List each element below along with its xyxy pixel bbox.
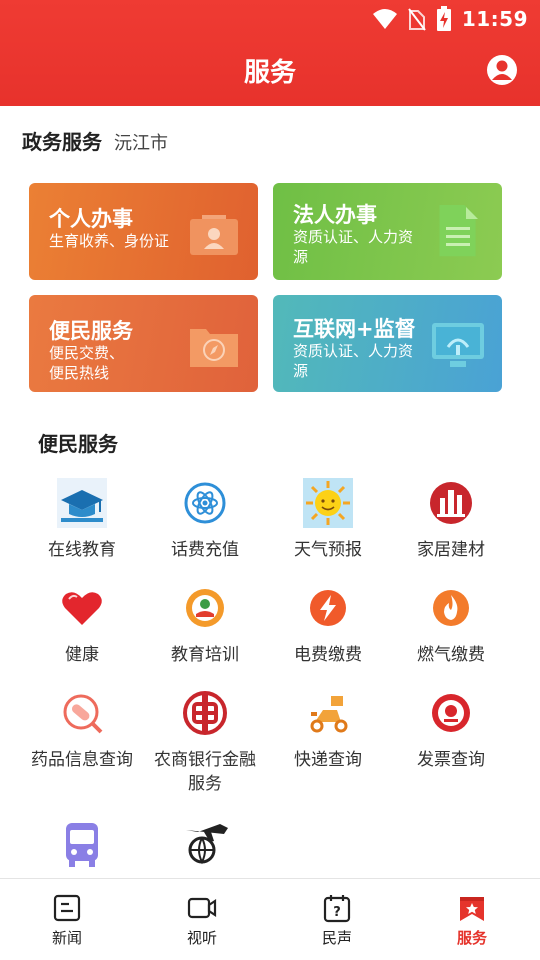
flame-icon bbox=[433, 590, 469, 626]
graduation-cap-icon bbox=[57, 478, 107, 528]
service-flight[interactable] bbox=[140, 820, 270, 880]
service-phone-recharge[interactable]: 话费充值 bbox=[140, 478, 270, 562]
card-subtitle: 资质认证、人力资源 bbox=[293, 342, 414, 380]
card-title: 互联网+监督 bbox=[293, 317, 416, 341]
wifi-icon bbox=[372, 9, 397, 29]
bus-icon bbox=[66, 823, 98, 867]
status-time: 11:59 bbox=[461, 7, 528, 31]
atom-icon bbox=[184, 482, 226, 524]
no-sim-icon bbox=[408, 8, 426, 31]
service-label: 快递查询 bbox=[294, 750, 362, 770]
tab-public-voice[interactable]: ? 民声 bbox=[297, 893, 377, 948]
battery-charging-icon bbox=[436, 6, 451, 31]
bank-logo-icon bbox=[183, 691, 227, 735]
service-bus[interactable] bbox=[17, 820, 147, 880]
card-personal-affairs[interactable]: 个人办事 生育收养、身份证 bbox=[29, 183, 258, 280]
nav-label: 视听 bbox=[186, 929, 217, 947]
service-label: 药品信息查询 bbox=[31, 750, 133, 770]
lightning-icon bbox=[310, 590, 346, 626]
news-icon bbox=[53, 894, 81, 922]
document-icon bbox=[439, 205, 478, 257]
convenience-section-title: 便民服务 bbox=[38, 432, 118, 456]
svg-text:?: ? bbox=[333, 905, 341, 920]
video-camera-icon bbox=[187, 897, 217, 919]
tab-news[interactable]: 新闻 bbox=[27, 893, 107, 948]
folder-compass-icon bbox=[190, 329, 238, 367]
service-label: 发票查询 bbox=[417, 750, 485, 770]
user-profile-icon[interactable] bbox=[486, 54, 518, 86]
card-subtitle: 生育收养、身份证 bbox=[49, 232, 170, 250]
scooter-icon bbox=[310, 696, 348, 733]
pill-search-icon bbox=[63, 694, 103, 734]
heart-icon bbox=[62, 592, 102, 625]
tax-emblem-icon bbox=[432, 694, 470, 732]
card-subtitle: 资质认证、人力资源 bbox=[293, 228, 414, 266]
training-badge-icon bbox=[186, 589, 224, 627]
service-online-education[interactable]: 在线教育 bbox=[17, 478, 147, 562]
service-label: 在线教育 bbox=[48, 540, 116, 560]
service-label: 家居建材 bbox=[417, 540, 485, 560]
airplane-globe-icon bbox=[186, 824, 228, 865]
service-label: 健康 bbox=[65, 645, 99, 665]
status-bar: 11:59 bbox=[372, 6, 528, 32]
nav-label: 民声 bbox=[321, 929, 352, 947]
card-title: 便民服务 bbox=[49, 319, 133, 343]
service-label: 教育培训 bbox=[171, 645, 239, 665]
service-label: 电费缴费 bbox=[294, 645, 362, 665]
service-label: 农商银行金融服务 bbox=[154, 750, 256, 794]
nav-label: 新闻 bbox=[51, 929, 82, 947]
service-invoice-query[interactable]: 发票查询 bbox=[386, 688, 516, 772]
app-header: 11:59 服务 bbox=[0, 0, 540, 106]
tab-services[interactable]: 服务 bbox=[432, 893, 512, 948]
service-gas-bill[interactable]: 燃气缴费 bbox=[386, 583, 516, 667]
tab-video[interactable]: 视听 bbox=[162, 893, 242, 948]
service-drug-info[interactable]: 药品信息查询 bbox=[17, 688, 147, 772]
service-home-building-materials[interactable]: 家居建材 bbox=[386, 478, 516, 562]
calendar-question-icon: ? bbox=[323, 895, 351, 923]
services-bookmark-icon bbox=[460, 897, 484, 921]
id-card-icon bbox=[190, 215, 238, 255]
card-convenience-services[interactable]: 便民服务 便民交费、便民热线 bbox=[29, 295, 258, 392]
service-weather-forecast[interactable]: 天气预报 bbox=[263, 478, 393, 562]
service-express-tracking[interactable]: 快递查询 bbox=[263, 688, 393, 772]
card-corporate-affairs[interactable]: 法人办事 资质认证、人力资源 bbox=[273, 183, 502, 280]
gov-services-title: 政务服务 bbox=[22, 130, 102, 154]
gov-services-header: 政务服务 沅江市 bbox=[22, 126, 168, 155]
sun-icon bbox=[303, 478, 353, 528]
service-rural-bank[interactable]: 农商银行金融服务 bbox=[140, 688, 270, 796]
service-label: 话费充值 bbox=[171, 540, 239, 560]
service-education-training[interactable]: 教育培训 bbox=[140, 583, 270, 667]
service-electricity-bill[interactable]: 电费缴费 bbox=[263, 583, 393, 667]
service-health[interactable]: 健康 bbox=[17, 583, 147, 667]
card-title: 个人办事 bbox=[49, 207, 133, 231]
city-selector[interactable]: 沅江市 bbox=[114, 129, 168, 155]
service-label: 燃气缴费 bbox=[417, 645, 485, 665]
building-badge-icon bbox=[430, 482, 472, 524]
card-title: 法人办事 bbox=[293, 203, 377, 227]
service-label: 天气预报 bbox=[294, 540, 362, 560]
monitor-icon bbox=[432, 323, 484, 367]
card-subtitle: 便民交费、便民热线 bbox=[49, 344, 125, 382]
card-internet-supervision[interactable]: 互联网+监督 资质认证、人力资源 bbox=[273, 295, 502, 392]
page-title: 服务 bbox=[243, 58, 296, 88]
nav-label: 服务 bbox=[456, 929, 487, 947]
bottom-navigation: 新闻 视听 ? 民声 服务 bbox=[0, 878, 540, 960]
